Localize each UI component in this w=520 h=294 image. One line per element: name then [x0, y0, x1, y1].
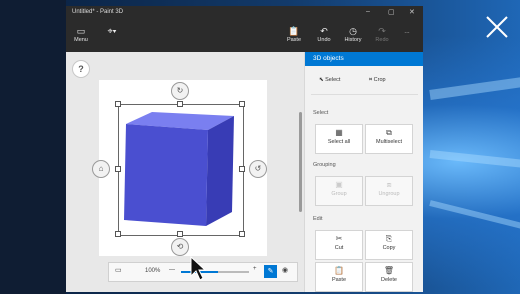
redo-button[interactable]: ↷ Redo [372, 26, 392, 43]
delete-label: Delete [381, 277, 397, 283]
zoom-in-button[interactable]: + [253, 266, 257, 272]
pencil-icon: ✎ [267, 268, 274, 275]
folder-icon: ▭ [76, 26, 86, 36]
resize-handle[interactable] [239, 231, 245, 237]
ungroup-label: Ungroup [378, 191, 400, 197]
crop-tool-button[interactable]: ⌗ Crop [369, 77, 386, 84]
rotate-y-handle[interactable]: ↺ [249, 160, 267, 178]
resize-handle[interactable] [177, 231, 183, 237]
fit-view-icon[interactable]: ▭ [115, 266, 122, 274]
menu-label: Menu [74, 37, 88, 43]
resize-handle[interactable] [239, 166, 245, 172]
cut-label: Cut [334, 245, 344, 251]
group-icon: ▣ [335, 180, 343, 189]
crop-tool-label: Crop [373, 77, 386, 83]
scissors-icon: ✂ [335, 234, 343, 243]
resize-handle[interactable] [115, 231, 121, 237]
selection-box[interactable] [118, 104, 244, 236]
ungroup-button[interactable]: ⧈ Ungroup [365, 176, 413, 206]
perspective-toggle[interactable]: ✎ [264, 265, 277, 278]
select-all-label: Select all [327, 139, 351, 145]
paste-button[interactable]: 📋 Paste [284, 26, 304, 43]
rotate-icon: ⟲ [176, 242, 184, 251]
panel-paste-label: Paste [331, 277, 347, 283]
pointer-icon: ⬉ [319, 77, 324, 83]
paste-icon: 📋 [334, 266, 344, 275]
history-button[interactable]: ◷ History [342, 26, 364, 43]
select-tool-label: Select [325, 77, 341, 83]
lock-icon: ⌂ [98, 164, 104, 173]
trash-icon: 🗑 [383, 266, 395, 275]
zoom-out-button[interactable]: — [169, 267, 175, 273]
maximize-button[interactable]: ▢ [388, 8, 395, 16]
group-button[interactable]: ▣ Group [315, 176, 363, 206]
select-tool-button[interactable]: ⬉ Select [319, 77, 340, 83]
title-bar: Untitled* - Paint 3D – ▢ ✕ [66, 6, 423, 20]
view-3d-icon[interactable]: ◉ [282, 266, 288, 274]
section-select-label: Select [313, 110, 329, 116]
brushes-button[interactable]: ⌖▾ [104, 26, 120, 37]
window-title: Untitled* - Paint 3D [72, 9, 124, 15]
more-button[interactable]: ··· [400, 30, 414, 36]
resize-handle[interactable] [115, 166, 121, 172]
canvas-area[interactable]: ? ↻ ⌂ ↺ ⟲ ▭ 100% — + ✎ ◉ [66, 52, 304, 292]
panel-title: 3D objects [305, 52, 423, 66]
undo-label: Undo [317, 37, 331, 43]
resize-handle[interactable] [177, 101, 183, 107]
section-grouping-label: Grouping [313, 162, 336, 168]
select-all-button[interactable]: ▦ Select all [315, 124, 363, 154]
select-all-icon: ▦ [335, 128, 343, 137]
resize-handle[interactable] [239, 101, 245, 107]
window-close-button[interactable]: ✕ [409, 8, 415, 16]
minimize-button[interactable]: – [366, 8, 370, 15]
zoom-level: 100% [145, 268, 161, 274]
cut-button[interactable]: ✂ Cut [315, 230, 363, 260]
paste-icon: 📋 [288, 26, 300, 36]
copy-icon: ⎘ [385, 234, 393, 243]
undo-icon: ↶ [320, 26, 328, 36]
rotate-x-handle[interactable]: ↻ [171, 82, 189, 100]
help-button[interactable]: ? [72, 60, 90, 78]
history-icon: ◷ [349, 26, 357, 36]
close-icon[interactable] [484, 14, 510, 40]
z-position-handle[interactable]: ⌂ [92, 160, 110, 178]
redo-icon: ↷ [378, 26, 386, 36]
redo-label: Redo [375, 37, 389, 43]
delete-button[interactable]: 🗑 Delete [365, 262, 413, 292]
menu-button[interactable]: ▭ Menu [70, 26, 92, 43]
copy-button[interactable]: ⎘ Copy [365, 230, 413, 260]
panel-paste-button[interactable]: 📋 Paste [315, 262, 363, 292]
side-panel: 3D objects ⬉ Select ⌗ Crop Select ▦ Sele… [304, 52, 423, 292]
copy-label: Copy [382, 245, 396, 251]
group-label: Group [331, 191, 347, 197]
section-edit-label: Edit [313, 216, 323, 222]
multiselect-button[interactable]: ⧉ Multiselect [365, 124, 413, 154]
history-label: History [344, 37, 362, 43]
vertical-scrollbar[interactable] [299, 112, 302, 212]
paste-label: Paste [286, 37, 302, 43]
ungroup-icon: ⧈ [386, 180, 392, 189]
multiselect-label: Multiselect [376, 139, 402, 145]
divider [311, 94, 418, 95]
rotate-z-handle[interactable]: ⟲ [171, 238, 189, 256]
paint3d-window: Untitled* - Paint 3D – ▢ ✕ ▭ Menu ⌖▾ 📋 P… [66, 6, 423, 292]
multiselect-icon: ⧉ [386, 128, 392, 137]
more-label: ··· [404, 30, 410, 36]
rotate-icon: ↺ [254, 164, 262, 173]
left-dark-area [0, 0, 66, 294]
toolbar: ▭ Menu ⌖▾ 📋 Paste ↶ Undo ◷ History ↷ Red… [66, 20, 423, 52]
mouse-cursor-icon [190, 256, 206, 281]
brush-icon: ⌖▾ [107, 26, 117, 36]
undo-button[interactable]: ↶ Undo [314, 26, 334, 43]
crop-icon: ⌗ [369, 77, 373, 83]
resize-handle[interactable] [115, 101, 121, 107]
rotate-icon: ↻ [176, 86, 184, 95]
